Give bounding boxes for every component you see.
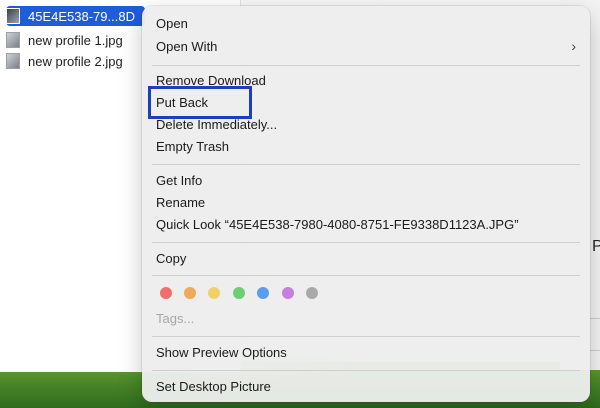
menu-item-empty-trash[interactable]: Empty Trash: [156, 137, 229, 157]
tag-red-dot[interactable]: [160, 287, 172, 299]
file-name: new profile 2.jpg: [28, 53, 123, 69]
tag-orange-dot[interactable]: [184, 287, 196, 299]
menu-separator: [152, 164, 580, 165]
file-name: 45E4E538-79...8D: [28, 8, 135, 24]
tag-green-dot[interactable]: [233, 287, 245, 299]
menu-item-tags[interactable]: Tags...: [156, 309, 194, 329]
file-row[interactable]: new profile 2.jpg: [6, 51, 123, 71]
annotation-highlight-box: [148, 86, 252, 119]
tag-yellow-dot[interactable]: [208, 287, 220, 299]
menu-item-open[interactable]: Open: [156, 14, 188, 34]
image-file-icon: [6, 32, 20, 48]
menu-item-quick-look[interactable]: Quick Look “45E4E538-7980-4080-8751-FE93…: [156, 215, 519, 235]
tag-gray-dot[interactable]: [306, 287, 318, 299]
menu-separator: [152, 370, 580, 371]
tag-purple-dot[interactable]: [282, 287, 294, 299]
menu-item-copy[interactable]: Copy: [156, 249, 186, 269]
menu-item-set-desktop-picture[interactable]: Set Desktop Picture: [156, 377, 271, 397]
menu-item-open-with[interactable]: Open With: [156, 37, 217, 57]
file-name: new profile 1.jpg: [28, 32, 123, 48]
image-file-icon: [6, 53, 20, 69]
menu-separator: [152, 65, 580, 66]
file-row-selected[interactable]: 45E4E538-79...8D: [6, 6, 145, 26]
menu-separator: [152, 242, 580, 243]
menu-item-get-info[interactable]: Get Info: [156, 171, 202, 191]
menu-separator: [152, 336, 580, 337]
tag-blue-dot[interactable]: [257, 287, 269, 299]
file-row[interactable]: new profile 1.jpg: [6, 30, 123, 50]
background-window-text: P: [592, 238, 600, 255]
menu-separator: [152, 275, 580, 276]
context-menu: Open Open With › Remove Download Put Bac…: [142, 6, 590, 402]
chevron-right-icon: ›: [571, 38, 576, 54]
menu-item-show-preview-options[interactable]: Show Preview Options: [156, 343, 287, 363]
menu-item-rename[interactable]: Rename: [156, 193, 205, 213]
image-file-icon: [6, 8, 20, 24]
